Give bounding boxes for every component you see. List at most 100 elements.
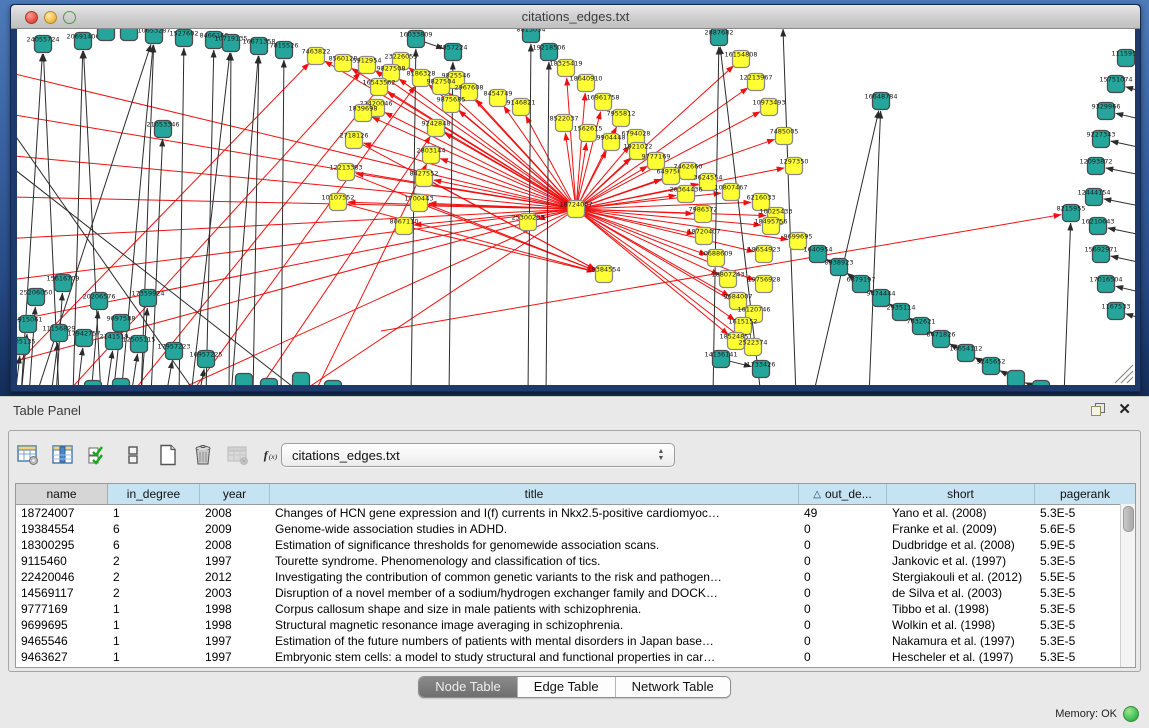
graph-edge[interactable] <box>1064 223 1071 385</box>
graph-edge[interactable] <box>1116 113 1135 124</box>
memory-status-indicator[interactable] <box>1123 706 1139 722</box>
table-cell[interactable]: Estimation of the future numbers of pati… <box>270 633 799 649</box>
graph-node[interactable]: 12093872 <box>1079 158 1112 175</box>
table-cell[interactable]: Estimation of significance thresholds fo… <box>270 537 799 553</box>
graph-node[interactable]: 7857224 <box>439 44 468 61</box>
graph-node[interactable] <box>1008 371 1025 386</box>
graph-node[interactable]: 12505115 <box>122 336 155 353</box>
graph-node[interactable]: 24055724 <box>26 36 59 53</box>
graph-edge[interactable] <box>713 47 719 385</box>
graph-node[interactable]: 12444154 <box>1077 189 1110 206</box>
graph-edge[interactable] <box>241 136 430 385</box>
graph-edge[interactable] <box>17 210 567 286</box>
graph-edge[interactable] <box>17 151 567 208</box>
table-settings-button[interactable] <box>15 442 41 468</box>
table-cell[interactable]: 1 <box>108 649 200 665</box>
table-cell[interactable]: 1 <box>108 633 200 649</box>
graph-edge[interactable] <box>206 50 214 385</box>
float-panel-icon[interactable] <box>1091 403 1105 416</box>
graph-node[interactable]: 12213967 <box>739 74 772 91</box>
table-cell[interactable]: Jankovic et al. (1997) <box>887 553 1035 569</box>
graph-node[interactable]: 7485005 <box>770 128 799 145</box>
graph-node[interactable]: 20691406 <box>66 33 99 50</box>
table-cell[interactable]: de Silva et al. (2003) <box>887 585 1035 601</box>
table-cell[interactable]: 1 <box>108 505 200 521</box>
table-cell[interactable]: Genome-wide association studies in ADHD. <box>270 521 799 537</box>
table-cell[interactable]: 2003 <box>200 585 270 601</box>
table-cell[interactable]: 0 <box>799 553 887 569</box>
tab-node-table[interactable]: Node Table <box>419 677 518 697</box>
graph-edge[interactable] <box>166 361 172 385</box>
graph-node[interactable]: 20364436 <box>669 186 702 203</box>
graph-node[interactable] <box>98 29 115 41</box>
table-cell[interactable]: Yano et al. (2008) <box>887 505 1035 521</box>
graph-node[interactable]: 15692971 <box>1084 246 1117 263</box>
graph-node[interactable] <box>1033 381 1050 386</box>
graph-node[interactable]: 7815526 <box>270 42 299 59</box>
graph-edge[interactable] <box>1104 199 1135 210</box>
graph-node[interactable]: 8938923 <box>825 259 854 276</box>
table-cell[interactable]: 0 <box>799 585 887 601</box>
table-cell[interactable]: 9699695 <box>16 617 108 633</box>
table-cell[interactable]: Changes of HCN gene expression and I(f) … <box>270 505 799 521</box>
table-cell[interactable]: 2 <box>108 585 200 601</box>
network-view[interactable]: 1872400774638228560128591295423226055982… <box>17 29 1135 385</box>
graph-node[interactable] <box>85 381 102 386</box>
table-cell[interactable]: 9115460 <box>16 553 108 569</box>
table-cell[interactable]: 1997 <box>200 553 270 569</box>
table-cell[interactable]: Wolkin et al. (1998) <box>887 617 1035 633</box>
table-row[interactable]: 1456911722003Disruption of a novel membe… <box>16 585 1135 601</box>
table-cell[interactable]: Disruption of a novel member of a sodium… <box>270 585 799 601</box>
table-row[interactable]: 946362711997Embryonic stem cells: a mode… <box>16 649 1135 665</box>
graph-node[interactable] <box>293 373 310 386</box>
graph-node[interactable] <box>325 381 342 386</box>
window-titlebar[interactable]: citations_edges.txt <box>11 5 1140 29</box>
graph-node[interactable]: 16033809 <box>399 31 432 48</box>
graph-node[interactable]: 16154808 <box>724 51 757 68</box>
table-cell[interactable]: 0 <box>799 649 887 665</box>
graph-node[interactable]: 9146821 <box>507 99 536 116</box>
table-cell[interactable]: 2012 <box>200 569 270 585</box>
graph-node[interactable]: 16648784 <box>864 93 897 110</box>
graph-node[interactable] <box>236 374 253 386</box>
graph-node[interactable]: 16210643 <box>1081 218 1114 235</box>
table-cell[interactable]: 22420046 <box>16 569 108 585</box>
graph-node[interactable]: 25206050 <box>19 289 52 306</box>
table-row[interactable]: 911546021997Tourette syndrome. Phenomeno… <box>16 553 1135 569</box>
graph-node[interactable]: 7955812 <box>607 110 636 127</box>
graph-edge[interactable] <box>17 61 567 207</box>
graph-node[interactable]: 1297350 <box>780 158 809 175</box>
scrollbar-thumb[interactable] <box>1123 506 1134 532</box>
graph-edge[interactable] <box>567 78 576 200</box>
graph-edge[interactable] <box>1111 256 1135 267</box>
delete-button[interactable] <box>190 442 216 468</box>
graph-edge[interactable] <box>141 45 154 385</box>
table-cell[interactable]: 0 <box>799 633 887 649</box>
column-header-short[interactable]: short <box>887 484 1035 504</box>
graph-node[interactable]: 17359924 <box>131 290 164 307</box>
graph-node[interactable]: 19756928 <box>747 276 780 293</box>
table-cell[interactable]: 9463627 <box>16 649 108 665</box>
table-selector-dropdown[interactable]: citations_edges.txt ▲▼ <box>281 443 675 467</box>
table-cell[interactable]: Investigating the contribution of common… <box>270 569 799 585</box>
table-cell[interactable]: Hescheler et al. (1997) <box>887 649 1035 665</box>
graph-node[interactable]: 14136141 <box>704 351 737 368</box>
graph-node[interactable]: 10807467 <box>714 184 747 201</box>
graph-node[interactable]: 15751074 <box>1099 76 1132 93</box>
graph-node[interactable]: 3915061 <box>17 316 42 333</box>
graph-edge[interactable] <box>1111 141 1135 152</box>
graph-node[interactable]: 1115953 <box>1112 50 1135 67</box>
graph-edge[interactable] <box>91 311 98 385</box>
graph-node[interactable]: 18807243 <box>711 271 744 288</box>
graph-node[interactable]: 19218506 <box>532 44 565 61</box>
table-cell[interactable]: 0 <box>799 537 887 553</box>
table-cell[interactable]: 1998 <box>200 617 270 633</box>
vertical-scrollbar[interactable] <box>1120 504 1135 667</box>
table-cell[interactable]: Tourette syndrome. Phenomenology and cla… <box>270 553 799 569</box>
graph-edge[interactable] <box>229 53 231 385</box>
graph-edge[interactable] <box>1000 371 1008 375</box>
graph-edge[interactable] <box>131 354 137 385</box>
graph-edge[interactable] <box>106 351 113 385</box>
graph-edge[interactable] <box>445 133 569 204</box>
graph-edge[interactable] <box>1108 228 1135 239</box>
